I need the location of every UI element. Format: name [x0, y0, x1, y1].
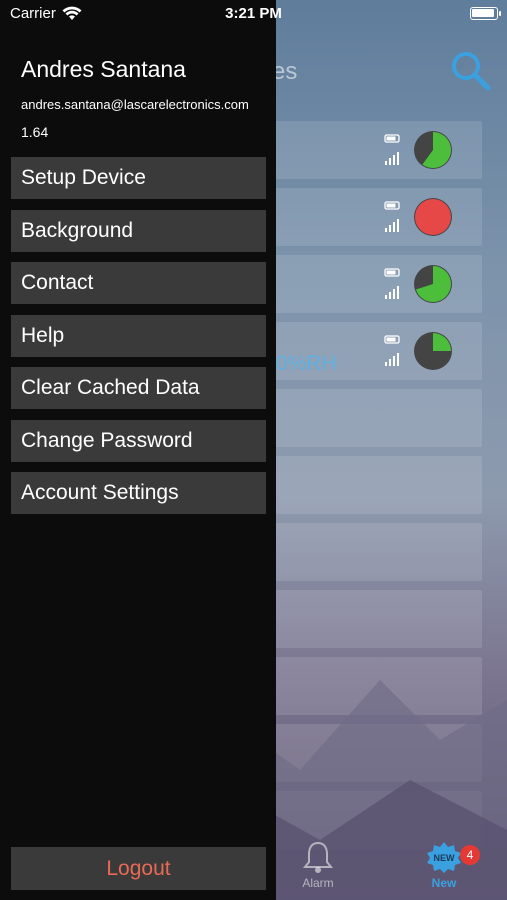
new-badge-icon: NEW: [427, 842, 461, 873]
status-gauge: [414, 265, 452, 303]
clock: 3:21 PM: [225, 5, 282, 22]
svg-text:NEW: NEW: [434, 853, 456, 863]
user-name: Andres Santana: [21, 56, 186, 82]
status-gauge: [414, 131, 452, 169]
menu-item-background[interactable]: Background: [11, 209, 266, 252]
signal-battery-icon: [384, 134, 400, 165]
bell-icon: [302, 841, 334, 873]
user-email: andres.santana@lascarelectronics.com: [21, 97, 249, 112]
signal-battery-icon: [384, 201, 400, 232]
menu-item-change-password[interactable]: Change Password: [11, 419, 266, 462]
menu-item-contact[interactable]: Contact: [11, 262, 266, 304]
drawer-menu: Setup Device Background Contact Help Cle…: [11, 157, 266, 525]
logout-button[interactable]: Logout: [11, 847, 266, 890]
signal-battery-icon: [384, 335, 400, 366]
tab-alarm[interactable]: Alarm: [278, 840, 358, 890]
app-version: 1.64: [21, 124, 49, 140]
tab-alarm-label: Alarm: [302, 876, 334, 890]
menu-item-setup-device[interactable]: Setup Device: [11, 157, 266, 199]
search-icon[interactable]: [448, 48, 492, 92]
battery-icon: [470, 7, 501, 20]
side-menu-drawer: Andres Santana andres.santana@lascarelec…: [0, 0, 276, 900]
menu-item-clear-cached-data[interactable]: Clear Cached Data: [11, 367, 266, 409]
status-bar: Carrier 3:21 PM: [0, 0, 507, 28]
status-gauge: [414, 332, 452, 370]
menu-item-help[interactable]: Help: [11, 314, 266, 357]
tab-new-label: New: [431, 876, 457, 890]
notification-badge: 4: [460, 845, 480, 865]
signal-battery-icon: [384, 268, 400, 299]
menu-item-account-settings[interactable]: Account Settings: [11, 472, 266, 514]
device-reading: .0%RH: [270, 352, 337, 375]
alarm-status-indicator: [414, 198, 452, 236]
